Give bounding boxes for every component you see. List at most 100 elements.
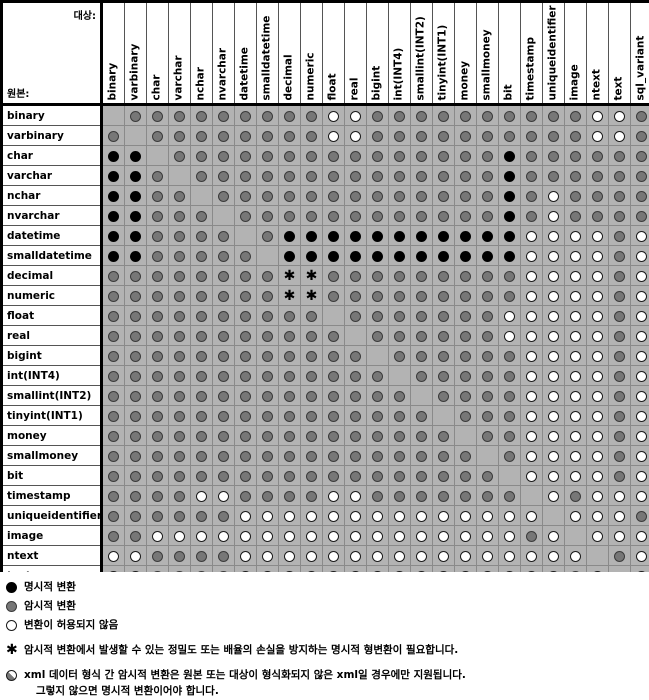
none-dot-icon <box>548 371 559 382</box>
implicit-dot-icon <box>350 151 361 162</box>
matrix-cell: ✱ <box>300 285 323 306</box>
matrix-cell <box>322 165 345 186</box>
implicit-dot-icon <box>284 311 295 322</box>
matrix-cell <box>542 165 565 186</box>
implicit-dot-icon <box>372 471 383 482</box>
implicit-dot-icon <box>262 411 273 422</box>
matrix-cell <box>586 205 609 226</box>
row-header-label: int(INT4) <box>3 365 103 386</box>
implicit-dot-icon <box>196 431 207 442</box>
none-dot-icon <box>526 431 537 442</box>
none-dot-icon <box>548 211 559 222</box>
none-dot-icon <box>482 511 493 522</box>
matrix-cell <box>300 165 323 186</box>
matrix-cell <box>344 385 367 406</box>
implicit-dot-icon <box>570 491 581 502</box>
matrix-cell <box>278 485 301 506</box>
implicit-dot-icon <box>592 191 603 202</box>
matrix-cell <box>388 185 411 206</box>
matrix-cell <box>388 265 411 286</box>
matrix-cell <box>234 405 257 426</box>
implicit-dot-icon <box>438 111 449 122</box>
matrix-cell <box>564 185 587 206</box>
matrix-cell <box>278 185 301 206</box>
implicit-dot-icon <box>240 291 251 302</box>
matrix-cell <box>520 245 543 266</box>
implicit-dot-icon <box>394 471 405 482</box>
implicit-dot-icon <box>218 471 229 482</box>
implicit-dot-icon <box>504 411 515 422</box>
column-header: sql_variant <box>630 3 649 106</box>
none-dot-icon <box>636 491 647 502</box>
implicit-dot-icon <box>108 491 119 502</box>
matrix-cell <box>344 165 367 186</box>
implicit-dot-icon <box>636 211 647 222</box>
implicit-dot-icon <box>130 531 141 542</box>
matrix-cell <box>476 285 499 306</box>
implicit-dot-icon <box>482 371 493 382</box>
matrix-cell <box>520 265 543 286</box>
matrix-cell <box>476 205 499 226</box>
implicit-dot-icon <box>152 551 163 562</box>
matrix-cell <box>388 505 411 526</box>
matrix-cell <box>168 365 191 386</box>
none-dot-icon <box>130 551 141 562</box>
none-dot-icon <box>460 511 471 522</box>
matrix-cell <box>388 205 411 226</box>
matrix-cell <box>630 265 649 286</box>
matrix-cell <box>234 225 257 246</box>
column-header-label: ntext <box>590 68 602 100</box>
matrix-cell <box>630 285 649 306</box>
none-dot-icon <box>504 531 515 542</box>
implicit-dot-icon <box>262 431 273 442</box>
matrix-cell <box>256 205 279 226</box>
none-dot-icon <box>350 131 361 142</box>
implicit-dot-icon <box>372 451 383 462</box>
none-dot-icon <box>636 391 647 402</box>
implicit-dot-icon <box>306 191 317 202</box>
column-header-label: smallmoney <box>480 28 492 100</box>
matrix-cell <box>344 265 367 286</box>
implicit-dot-icon <box>372 331 383 342</box>
none-dot-icon <box>592 431 603 442</box>
matrix-cell <box>190 425 213 446</box>
matrix-cell <box>300 345 323 366</box>
matrix-cell <box>344 285 367 306</box>
matrix-cell <box>101 345 125 366</box>
matrix-cell <box>344 345 367 366</box>
none-dot-icon <box>526 551 537 562</box>
row-header-label: ntext <box>3 545 103 566</box>
matrix-cell <box>498 525 521 546</box>
none-dot-icon <box>416 511 427 522</box>
none-dot-icon <box>350 111 361 122</box>
matrix-cell <box>256 285 279 306</box>
implicit-dot-icon <box>372 131 383 142</box>
implicit-dot-icon <box>262 451 273 462</box>
none-dot-icon <box>636 231 647 242</box>
matrix-cell <box>168 185 191 206</box>
explicit-dot-icon <box>284 251 295 262</box>
matrix-cell <box>146 305 169 326</box>
implicit-dot-icon <box>416 351 427 362</box>
matrix-cell <box>234 165 257 186</box>
matrix-cell <box>366 505 389 526</box>
matrix-cell <box>366 165 389 186</box>
implicit-dot-icon <box>482 211 493 222</box>
implicit-dot-icon <box>350 271 361 282</box>
implicit-dot-icon <box>108 451 119 462</box>
column-header-label: varchar <box>172 54 184 100</box>
matrix-cell <box>234 145 257 166</box>
implicit-dot-icon <box>218 271 229 282</box>
implicit-dot-icon <box>152 491 163 502</box>
matrix-cell <box>608 385 631 406</box>
matrix-cell <box>190 545 213 566</box>
matrix-cell <box>101 305 125 326</box>
matrix-cell <box>146 225 169 246</box>
matrix-cell <box>388 225 411 246</box>
matrix-cell <box>256 545 279 566</box>
implicit-dot-icon <box>592 211 603 222</box>
implicit-dot-icon <box>438 171 449 182</box>
matrix-cell <box>190 525 213 546</box>
column-header-label: real <box>348 77 360 100</box>
implicit-dot-icon <box>218 171 229 182</box>
